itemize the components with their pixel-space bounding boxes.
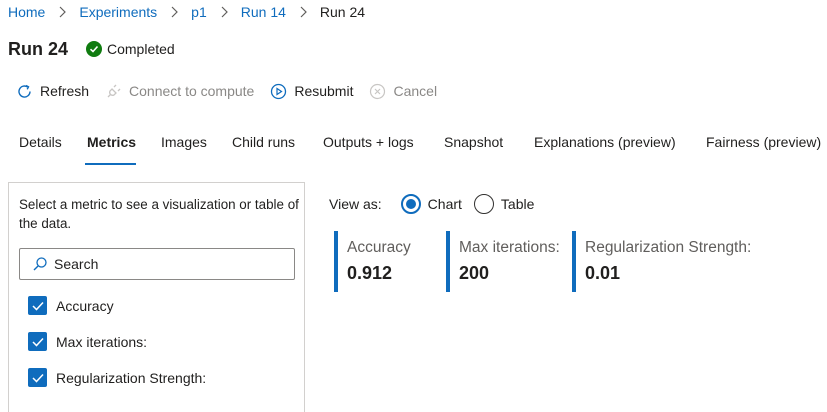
cancel-icon bbox=[369, 83, 386, 100]
connect-to-compute-button[interactable]: Connect to compute bbox=[105, 83, 254, 100]
refresh-label: Refresh bbox=[40, 83, 90, 99]
breadcrumb-run-14[interactable]: Run 14 bbox=[241, 4, 286, 20]
panel-description: Select a metric to see a visualization o… bbox=[19, 197, 299, 231]
search-placeholder: Search bbox=[54, 256, 99, 272]
tab-images[interactable]: Images bbox=[161, 134, 207, 150]
breadcrumb-experiment-p1[interactable]: p1 bbox=[191, 4, 207, 20]
breadcrumb-experiments[interactable]: Experiments bbox=[79, 4, 157, 20]
refresh-button[interactable]: Refresh bbox=[16, 83, 89, 100]
status-text: Completed bbox=[107, 41, 175, 57]
metric-checkbox-regularization[interactable]: Regularization Strength: bbox=[28, 368, 206, 387]
radio-unselected-icon[interactable] bbox=[473, 194, 494, 214]
cancel-button[interactable]: Cancel bbox=[369, 83, 437, 100]
chevron-right-icon bbox=[170, 6, 179, 18]
metric-card-max-iterations: Max iterations: 200 bbox=[446, 231, 560, 292]
resubmit-button[interactable]: Resubmit bbox=[270, 83, 353, 100]
metric-checkbox-accuracy[interactable]: Accuracy bbox=[28, 296, 114, 315]
radio-table-label: Table bbox=[500, 196, 535, 212]
tab-fairness[interactable]: Fairness (preview) bbox=[706, 134, 821, 150]
status-badge: Completed bbox=[86, 41, 175, 57]
tab-metrics[interactable]: Metrics bbox=[87, 134, 136, 150]
tab-child-runs[interactable]: Child runs bbox=[232, 134, 295, 150]
view-as-group: View as: Chart Table bbox=[329, 193, 546, 215]
chevron-right-icon bbox=[299, 6, 307, 18]
checkmark-icon bbox=[86, 41, 102, 57]
plug-icon bbox=[105, 83, 122, 100]
breadcrumb: Home Experiments p1 Run 14 Run 24 bbox=[8, 2, 365, 22]
tab-bar: Details Metrics Images Child runs Output… bbox=[0, 134, 827, 158]
page-title: Run 24 bbox=[8, 39, 69, 59]
metric-card-value: 0.01 bbox=[585, 263, 621, 283]
metric-selection-panel: Select a metric to see a visualization o… bbox=[8, 182, 305, 412]
play-circle-icon bbox=[270, 83, 287, 100]
metric-card-accuracy: Accuracy 0.912 bbox=[334, 231, 411, 292]
search-icon bbox=[32, 256, 48, 272]
checkbox-check-icon[interactable] bbox=[28, 332, 47, 351]
radio-table[interactable]: Table bbox=[473, 194, 535, 214]
breadcrumb-home[interactable]: Home bbox=[8, 4, 45, 20]
metric-card-label: Accuracy bbox=[347, 239, 411, 256]
radio-chart-label: Chart bbox=[427, 196, 462, 212]
tab-explanations[interactable]: Explanations (preview) bbox=[534, 134, 676, 150]
metric-card-label: Max iterations: bbox=[459, 239, 560, 256]
metric-card-label: Regularization Strength: bbox=[585, 239, 752, 256]
metric-card-value: 200 bbox=[459, 263, 490, 283]
metric-checkbox-label: Regularization Strength: bbox=[56, 369, 207, 386]
metric-card-regularization: Regularization Strength: 0.01 bbox=[572, 231, 751, 292]
radio-chart[interactable]: Chart bbox=[400, 194, 462, 214]
chevron-right-icon bbox=[220, 6, 228, 18]
refresh-icon bbox=[16, 83, 33, 100]
breadcrumb-current: Run 24 bbox=[319, 4, 366, 20]
chevron-right-icon bbox=[58, 6, 67, 18]
checkbox-check-icon[interactable] bbox=[28, 296, 47, 315]
search-input[interactable]: Search bbox=[19, 248, 295, 280]
connect-label: Connect to compute bbox=[129, 83, 255, 99]
command-bar: Refresh Connect to compute Resubmit Canc… bbox=[16, 80, 453, 102]
tab-snapshot[interactable]: Snapshot bbox=[444, 134, 503, 150]
metric-checkbox-label: Max iterations: bbox=[56, 333, 148, 350]
metric-checkbox-max-iterations[interactable]: Max iterations: bbox=[28, 332, 147, 351]
resubmit-label: Resubmit bbox=[294, 83, 354, 99]
tab-outputs-logs[interactable]: Outputs + logs bbox=[323, 134, 414, 150]
active-tab-indicator bbox=[85, 163, 136, 165]
metric-checkbox-label: Accuracy bbox=[56, 297, 114, 314]
checkbox-check-icon[interactable] bbox=[28, 368, 47, 387]
tab-details[interactable]: Details bbox=[19, 134, 62, 150]
metric-card-value: 0.912 bbox=[347, 263, 393, 283]
radio-selected-icon[interactable] bbox=[400, 194, 421, 214]
view-as-label: View as: bbox=[329, 196, 382, 212]
cancel-label: Cancel bbox=[393, 83, 438, 99]
